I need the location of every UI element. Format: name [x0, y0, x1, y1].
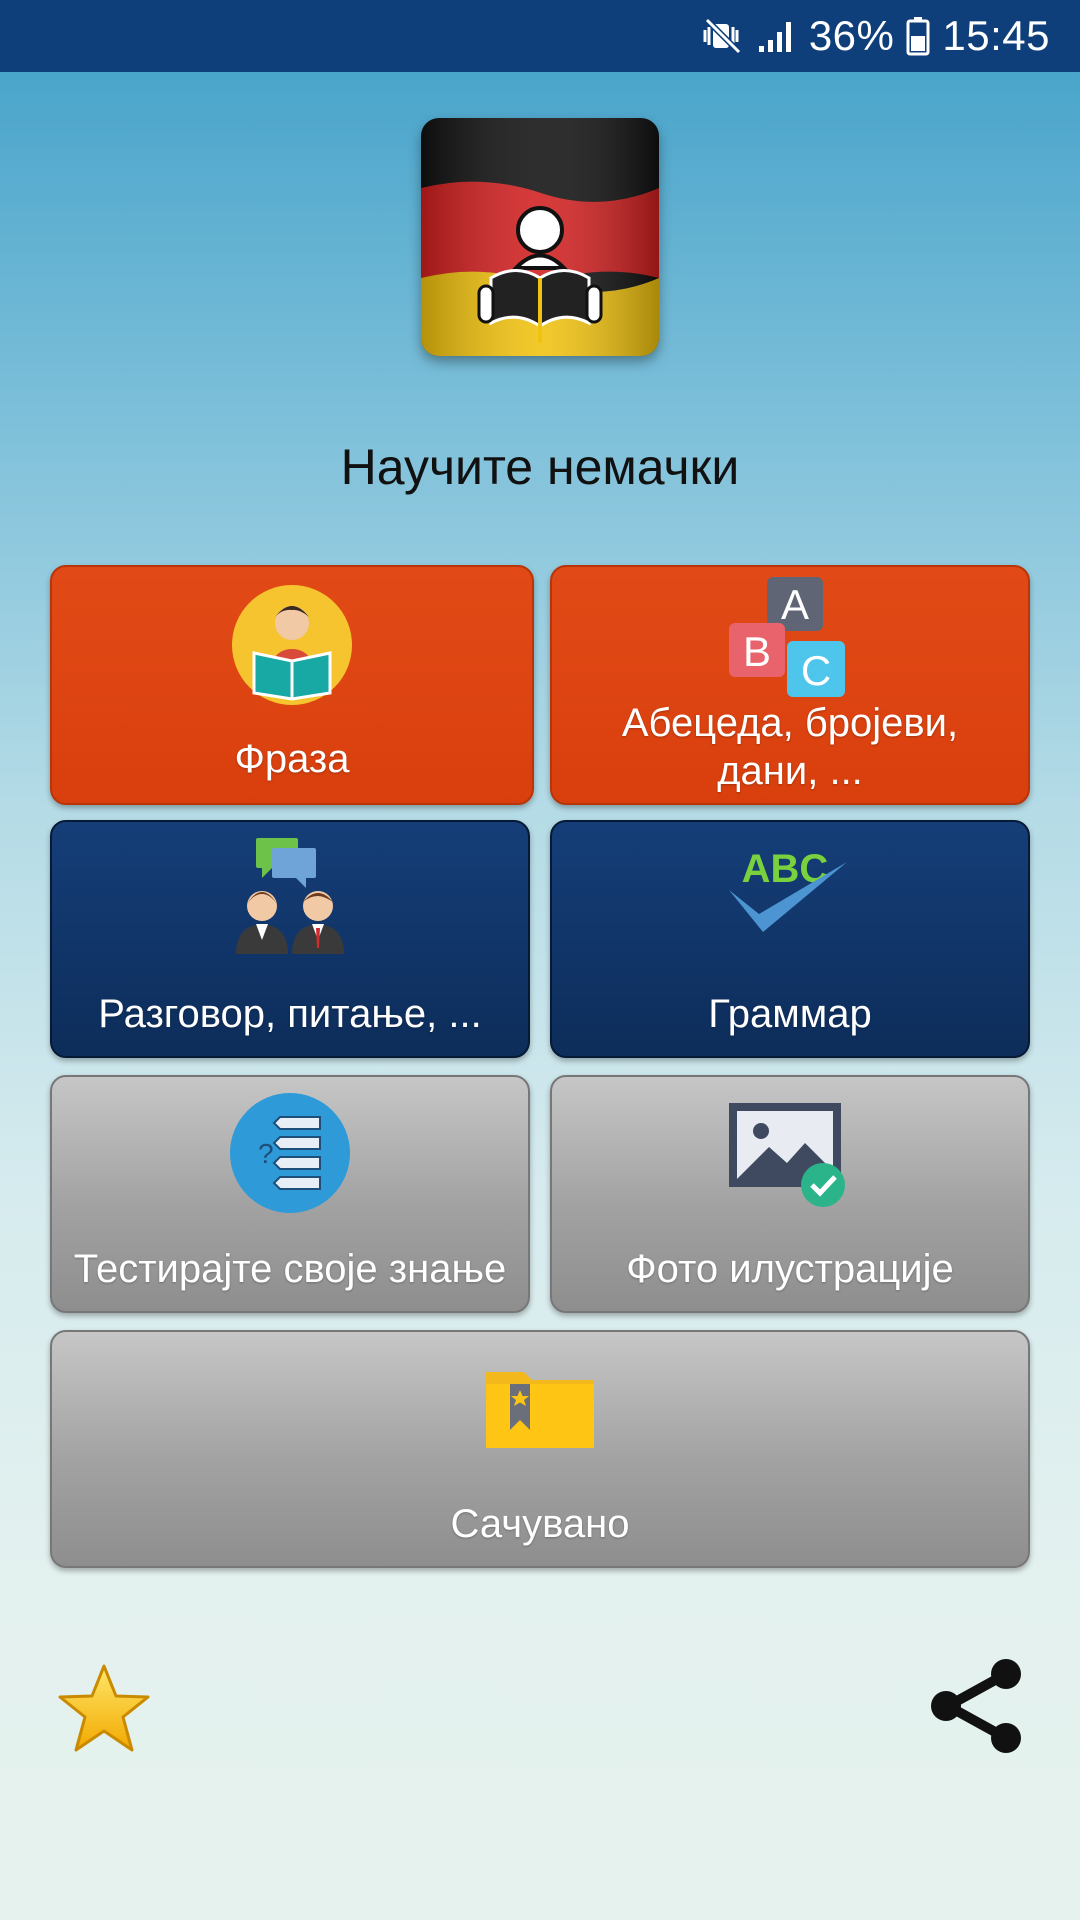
clock: 15:45 [942, 12, 1050, 59]
abc-checkmark-icon: ABC [725, 844, 855, 949]
signal-icon [757, 18, 797, 54]
share-button[interactable] [926, 1656, 1026, 1756]
photo-illustrations-label: Фото илустрације [626, 1247, 954, 1291]
phrases-label: Фраза [234, 737, 350, 781]
reading-person-icon [230, 583, 354, 712]
status-icons: 36% 15:45 [701, 0, 1050, 72]
german-flag-reader-icon [421, 118, 659, 356]
test-knowledge-label: Тестирајте своје знање [73, 1247, 507, 1291]
alphabet-label-line1: Абецеда, бројеви, [621, 701, 959, 745]
quiz-icon: ? [228, 1091, 352, 1220]
photo-check-icon [725, 1099, 855, 1216]
mute-vibrate-icon [701, 16, 745, 56]
app-logo [421, 118, 659, 356]
test-knowledge-button[interactable]: ? Тестирајте своје знање [50, 1075, 530, 1313]
battery-icon [906, 16, 930, 56]
grammar-button[interactable]: ABC Граммар [550, 820, 1030, 1058]
saved-label: Сачувано [450, 1502, 630, 1546]
star-icon [58, 1664, 150, 1752]
conversation-button[interactable]: Разговор, питање, ... [50, 820, 530, 1058]
photo-illustrations-button[interactable]: Фото илустрације [550, 1075, 1030, 1313]
svg-text:B: B [743, 628, 771, 675]
alphabet-numbers-days-button[interactable]: A B C Абецеда, бројеви, дани, ... [550, 565, 1030, 805]
battery-percent: 36% [808, 12, 895, 59]
conversation-people-icon [220, 836, 360, 961]
abc-blocks-icon: A B C [725, 573, 855, 706]
share-icon [931, 1659, 1021, 1753]
svg-text:C: C [801, 647, 831, 694]
saved-button[interactable]: Сачувано [50, 1330, 1030, 1568]
svg-text:?: ? [258, 1138, 274, 1169]
app-title: Научите немачки [340, 439, 740, 495]
grammar-label: Граммар [708, 992, 872, 1036]
rate-star-button[interactable] [56, 1662, 152, 1754]
alphabet-label-line2: дани, ... [717, 749, 863, 793]
bookmark-folder-icon [484, 1366, 596, 1455]
status-bar: 36% 15:45 [0, 0, 1080, 72]
conversation-label: Разговор, питање, ... [98, 992, 482, 1036]
svg-text:A: A [781, 581, 809, 628]
phrases-button[interactable]: Фраза [50, 565, 534, 805]
